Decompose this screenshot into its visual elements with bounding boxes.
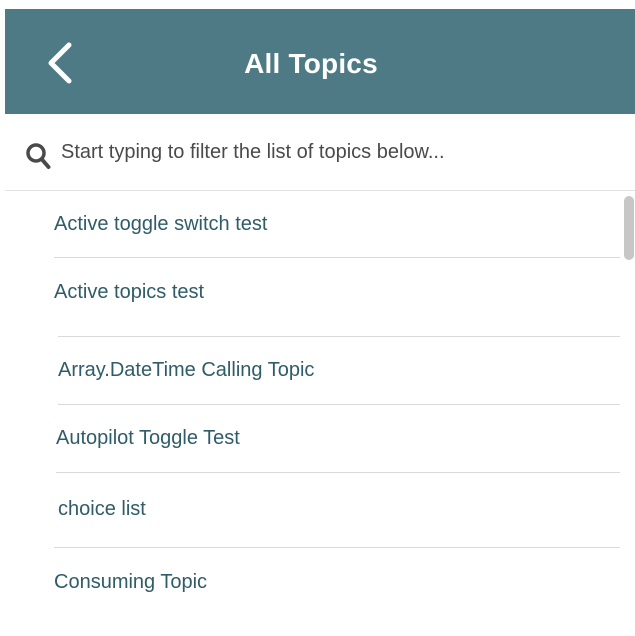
list-divider <box>58 336 620 337</box>
app-header: All Topics <box>5 9 635 114</box>
back-button[interactable] <box>39 37 83 89</box>
page-title: All Topics <box>244 47 378 79</box>
topic-item-array-datetime-calling-topic[interactable]: Array.DateTime Calling Topic <box>58 359 314 382</box>
topic-item-choice-list[interactable]: choice list <box>58 498 146 521</box>
topic-item-autopilot-toggle-test[interactable]: Autopilot Toggle Test <box>56 427 240 450</box>
list-divider <box>56 472 620 473</box>
list-divider <box>54 547 620 548</box>
topic-item-active-topics-test[interactable]: Active topics test <box>54 281 204 304</box>
topic-item-consuming-topic[interactable]: Consuming Topic <box>54 571 207 594</box>
topic-item-active-toggle-switch-test[interactable]: Active toggle switch test <box>54 213 267 236</box>
scrollbar-thumb[interactable] <box>624 196 634 260</box>
list-scrollbar[interactable] <box>622 194 635 636</box>
search-bar <box>5 114 635 191</box>
chevron-left-icon <box>48 42 72 84</box>
search-input[interactable] <box>61 134 601 170</box>
list-divider <box>54 257 620 258</box>
search-icon <box>26 143 51 169</box>
list-divider <box>58 404 620 405</box>
topic-list: Active toggle switch test Active topics … <box>0 191 620 636</box>
